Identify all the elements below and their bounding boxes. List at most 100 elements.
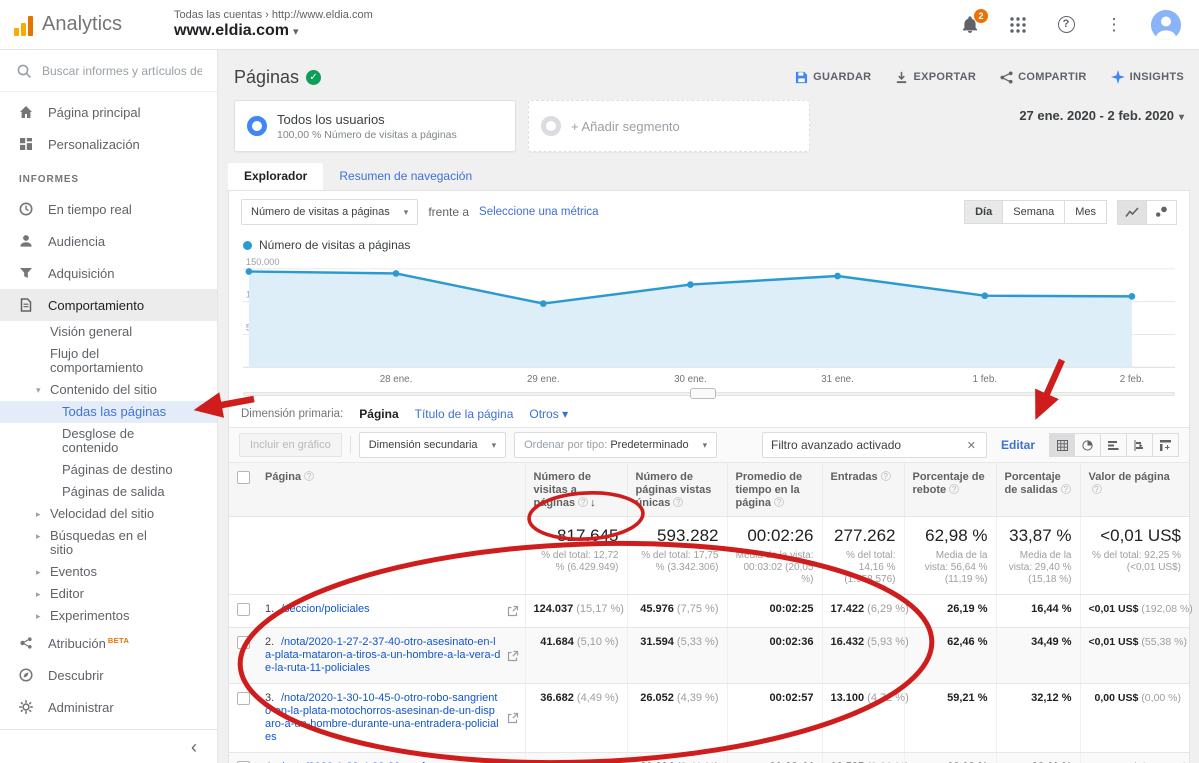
- svg-text:28 ene.: 28 ene.: [380, 374, 413, 385]
- sidebar-item-landing-pages[interactable]: Páginas de destino: [0, 459, 217, 481]
- svg-text:31 ene.: 31 ene.: [821, 374, 854, 385]
- sidebar-item-discover[interactable]: Descubrir: [0, 659, 217, 691]
- total-pageviews: 817.645: [534, 526, 619, 546]
- sidebar-item-home[interactable]: Página principal: [0, 96, 217, 128]
- dimension-page-title[interactable]: Título de la página: [415, 407, 514, 421]
- more-options-icon[interactable]: ⋮: [1103, 14, 1125, 36]
- sidebar-item-customization[interactable]: Personalización: [0, 128, 217, 160]
- export-button[interactable]: EXPORTAR: [895, 71, 976, 84]
- select-metric-link[interactable]: Seleccione una métrica: [479, 206, 599, 218]
- insights-button[interactable]: INSIGHTS: [1111, 70, 1184, 84]
- view-table-button[interactable]: [1049, 433, 1075, 457]
- tree-expanded-icon: ▾: [36, 383, 48, 397]
- view-comparison-button[interactable]: [1127, 433, 1153, 457]
- notifications-bell-icon[interactable]: 2: [959, 14, 981, 36]
- dimension-page[interactable]: Página: [359, 407, 398, 421]
- sidebar-item-experiments[interactable]: ▸ Experimentos: [0, 605, 217, 627]
- share-button[interactable]: COMPARTIR: [1000, 71, 1087, 84]
- apps-grid-icon[interactable]: [1007, 14, 1029, 36]
- chevron-down-icon: ▾: [1179, 112, 1184, 123]
- add-segment-button[interactable]: + Añadir segmento: [528, 100, 810, 152]
- sidebar-item-site-speed[interactable]: ▸ Velocidad del sitio: [0, 503, 217, 525]
- help-icon[interactable]: ?: [1055, 14, 1077, 36]
- col-header-page[interactable]: Página?: [257, 463, 525, 517]
- table-row: 3./nota/2020-1-30-10-45-0-otro-robo-sang…: [229, 684, 1189, 753]
- external-link-icon[interactable]: [507, 650, 519, 662]
- sidebar-item-attribution[interactable]: AtribuciónBETA: [0, 627, 217, 659]
- page-link[interactable]: /nota/2020-1-30-10-45-0-otro-robo-sangri…: [265, 692, 499, 743]
- tree-collapsed-icon: ▸: [36, 529, 48, 543]
- line-chart-toggle[interactable]: [1117, 200, 1147, 225]
- segment-all-users[interactable]: Todos los usuarios 100,00 % Número de vi…: [234, 100, 516, 152]
- segment-ring-icon: [247, 116, 267, 136]
- search-icon: [16, 63, 32, 79]
- sidebar-item-publisher[interactable]: ▸ Editor: [0, 583, 217, 605]
- segment-ring-icon: [541, 116, 561, 136]
- scrollbar-handle[interactable]: [690, 388, 716, 399]
- col-header-avg-time[interactable]: Promedio de tiempo en la página?: [727, 463, 822, 517]
- page-link[interactable]: /seccion/policiales: [281, 603, 370, 615]
- avatar[interactable]: [1151, 10, 1181, 40]
- analytics-logo-icon[interactable]: [14, 14, 33, 36]
- chart-zoom-scrollbar[interactable]: [243, 387, 1175, 401]
- secondary-dimension-dropdown[interactable]: Dimensión secundaria ▾: [359, 432, 506, 458]
- view-percentage-button[interactable]: [1075, 433, 1101, 457]
- plot-rows-button[interactable]: Incluir en gráfico: [239, 433, 342, 457]
- row-checkbox[interactable]: [237, 636, 250, 649]
- reports-section-label: INFORMES: [0, 160, 217, 193]
- row-checkbox[interactable]: [237, 603, 250, 616]
- tab-explorer[interactable]: Explorador: [228, 163, 323, 190]
- sidebar-item-behavior[interactable]: Comportamiento: [0, 289, 217, 321]
- col-header-pageviews[interactable]: Número de visitas a páginas?↓: [525, 463, 627, 517]
- date-range-selector[interactable]: 27 ene. 2020 - 2 feb. 2020▾: [1019, 108, 1184, 123]
- search-input[interactable]: [42, 64, 202, 78]
- property-selector[interactable]: www.eldia.com▾: [174, 22, 373, 40]
- svg-text:30 ene.: 30 ene.: [674, 374, 707, 385]
- sidebar-item-behavior-flow[interactable]: Flujo del comportamiento: [0, 343, 217, 379]
- save-icon: [795, 71, 808, 84]
- sidebar-item-all-pages[interactable]: Todas las páginas: [0, 401, 217, 423]
- page-title: Páginas: [234, 67, 299, 88]
- close-icon[interactable]: ✕: [965, 437, 978, 454]
- tab-navigation-summary[interactable]: Resumen de navegación: [323, 163, 488, 190]
- app-name: Analytics: [42, 13, 122, 36]
- col-header-exit[interactable]: Porcentaje de salidas?: [996, 463, 1080, 517]
- edit-filter-link[interactable]: Editar: [1001, 438, 1035, 452]
- person-icon: [18, 233, 34, 249]
- metric-selector-dropdown[interactable]: Número de visitas a páginas ▾: [241, 199, 418, 225]
- save-button[interactable]: GUARDAR: [795, 71, 871, 84]
- motion-chart-toggle[interactable]: [1147, 200, 1177, 225]
- tree-collapsed-icon: ▸: [36, 587, 48, 601]
- col-header-page-value[interactable]: Valor de página?: [1080, 463, 1189, 517]
- select-all-checkbox[interactable]: [237, 471, 250, 484]
- col-header-entrances[interactable]: Entradas?: [822, 463, 904, 517]
- sidebar-item-content-drilldown[interactable]: Desglose de contenido: [0, 423, 217, 459]
- sidebar-item-audience[interactable]: Audiencia: [0, 225, 217, 257]
- sidebar-collapse[interactable]: ‹: [0, 729, 217, 763]
- external-link-icon[interactable]: [507, 605, 519, 617]
- sidebar-item-realtime[interactable]: En tiempo real: [0, 193, 217, 225]
- sidebar-item-behavior-overview[interactable]: Visión general: [0, 321, 217, 343]
- sidebar-item-exit-pages[interactable]: Páginas de salida: [0, 481, 217, 503]
- advanced-filter-chip[interactable]: Filtro avanzado activado ✕: [762, 432, 987, 458]
- view-pivot-button[interactable]: [1153, 433, 1179, 457]
- sidebar-item-events[interactable]: ▸ Eventos: [0, 561, 217, 583]
- line-chart[interactable]: 50.000100.000150.00028 ene.29 ene.30 ene…: [229, 255, 1189, 387]
- col-header-unique-pageviews[interactable]: Número de páginas vistas únicas?: [627, 463, 727, 517]
- view-performance-button[interactable]: [1101, 433, 1127, 457]
- external-link-icon[interactable]: [507, 712, 519, 724]
- sort-type-dropdown[interactable]: Ordenar por tipo: Predeterminado ▾: [514, 432, 717, 458]
- help-icon: ?: [578, 497, 588, 507]
- sidebar-item-admin[interactable]: Administrar: [0, 691, 217, 723]
- dimension-others[interactable]: Otros ▾: [529, 407, 568, 421]
- granularity-week[interactable]: Semana: [1003, 200, 1065, 224]
- sidebar-item-site-content[interactable]: ▾ Contenido del sitio: [0, 379, 217, 401]
- row-checkbox[interactable]: [237, 692, 250, 705]
- breadcrumb: Todas las cuentas › http://www.eldia.com: [174, 9, 373, 22]
- granularity-month[interactable]: Mes: [1065, 200, 1107, 224]
- sidebar-item-acquisition[interactable]: Adquisición: [0, 257, 217, 289]
- col-header-bounce[interactable]: Porcentaje de rebote?: [904, 463, 996, 517]
- page-link[interactable]: /nota/2020-1-27-2-37-40-otro-asesinato-e…: [265, 636, 500, 674]
- granularity-day[interactable]: Día: [964, 200, 1003, 224]
- sidebar-item-site-search[interactable]: ▸ Búsquedas en el sitio: [0, 525, 217, 561]
